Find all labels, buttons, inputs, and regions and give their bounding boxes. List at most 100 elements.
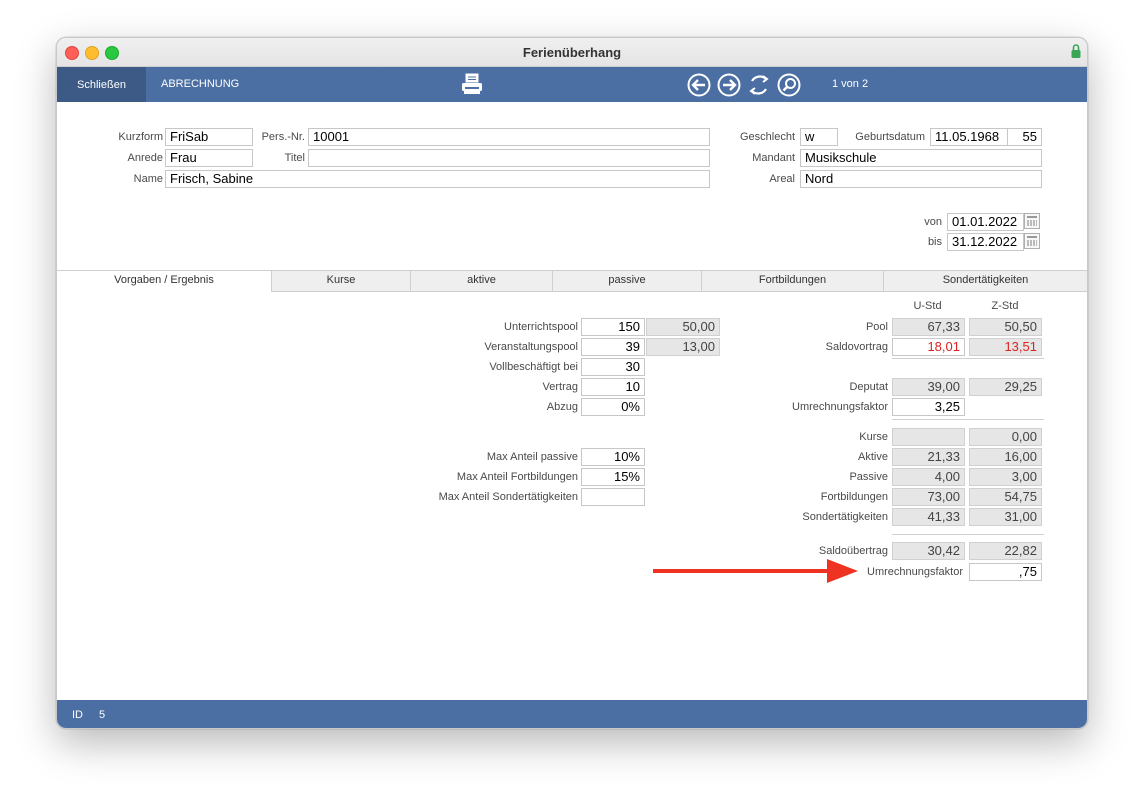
vollbeschaeftigt-label: Vollbeschäftigt bei	[489, 361, 578, 373]
toolbar: Schließen ABRECHNUNG 1 von 2	[57, 67, 1087, 102]
title-bar: Ferienüberhang	[57, 38, 1087, 67]
anrede-label: Anrede	[127, 152, 163, 164]
passive-label: Passive	[849, 471, 888, 483]
alter-field: 55	[1007, 128, 1042, 146]
bis-label: bis	[927, 236, 942, 248]
aktive-label: Aktive	[858, 451, 888, 463]
titel-label: Titel	[284, 152, 305, 164]
max-fortbildungen-label: Max Anteil Fortbildungen	[456, 471, 578, 483]
vertrag-field[interactable]: 10	[581, 378, 645, 396]
umrechnungsfaktor-field[interactable]: 3,25	[892, 398, 965, 416]
kurse-u-field	[892, 428, 965, 446]
divider	[892, 358, 1044, 359]
passive-z-field: 3,00	[969, 468, 1042, 486]
printer-icon[interactable]	[460, 73, 484, 95]
kurzform-label: Kurzform	[118, 131, 163, 143]
saldouebertrag-u-field: 30,42	[892, 542, 965, 560]
veranstaltungspool-field[interactable]: 39	[581, 338, 645, 356]
saldovortrag-label: Saldovortrag	[825, 341, 888, 353]
fortbildungen-u-field: 73,00	[892, 488, 965, 506]
passive-u-field: 4,00	[892, 468, 965, 486]
sondertaetigkeiten-z-field: 31,00	[969, 508, 1042, 526]
search-icon[interactable]	[777, 73, 801, 97]
vertrag-label: Vertrag	[542, 381, 578, 393]
calendar-icon[interactable]	[1024, 233, 1040, 249]
arrow-right-icon[interactable]	[717, 73, 741, 97]
geschlecht-label: Geschlecht	[739, 131, 795, 143]
mandant-label: Mandant	[752, 152, 795, 164]
column-header-z-std: Z-Std	[991, 300, 1019, 312]
status-bar: ID 5	[57, 700, 1087, 728]
geburtsdatum-field[interactable]: 11.05.1968	[930, 128, 1008, 146]
fortbildungen-z-field: 54,75	[969, 488, 1042, 506]
window-title: Ferienüberhang	[522, 45, 622, 60]
areal-label: Areal	[769, 173, 795, 185]
deputat-label: Deputat	[849, 381, 888, 393]
id-value: 5	[99, 709, 106, 721]
refresh-icon[interactable]	[747, 73, 771, 97]
pool-z-field: 50,50	[969, 318, 1042, 336]
max-sonder-label: Max Anteil Sondertätigkeiten	[438, 491, 578, 503]
pool-label: Pool	[865, 321, 888, 333]
record-counter: 1 von 2	[832, 78, 869, 90]
divider	[892, 419, 1044, 420]
sondertaetigkeiten-u-field: 41,33	[892, 508, 965, 526]
tab-vorgaben-ergebnis[interactable]: Vorgaben / Ergebnis	[57, 271, 272, 292]
calendar-icon[interactable]	[1024, 213, 1040, 229]
window: Ferienüberhang Schließen ABRECHNUNG 1 vo…	[56, 37, 1088, 729]
bis-field[interactable]: 31.12.2022	[947, 233, 1024, 251]
geschlecht-field[interactable]: w	[800, 128, 838, 146]
aktive-z-field: 16,00	[969, 448, 1042, 466]
abzug-label: Abzug	[546, 401, 578, 413]
titel-field[interactable]	[308, 149, 710, 167]
persnr-field[interactable]: 10001	[308, 128, 710, 146]
tab-aktive[interactable]: aktive	[411, 271, 553, 291]
saldovortrag-u-field[interactable]: 18,01	[892, 338, 965, 356]
tab-passive[interactable]: passive	[553, 271, 702, 291]
persnr-label: Pers.-Nr.	[261, 131, 305, 143]
saldouebertrag-z-field: 22,82	[969, 542, 1042, 560]
arrow-left-icon[interactable]	[687, 73, 711, 97]
abrechnung-button[interactable]: ABRECHNUNG	[161, 78, 239, 90]
fortbildungen-label: Fortbildungen	[820, 491, 888, 503]
kurzform-field[interactable]: FriSab	[165, 128, 253, 146]
kurse-label: Kurse	[859, 431, 888, 443]
unterrichtspool-calc: 50,00	[646, 318, 720, 336]
vollbeschaeftigt-field[interactable]: 30	[581, 358, 645, 376]
von-field[interactable]: 01.01.2022	[947, 213, 1024, 231]
unterrichtspool-label: Unterrichtspool	[504, 321, 578, 333]
column-header-u-std: U-Std	[913, 300, 942, 312]
kurse-z-field: 0,00	[969, 428, 1042, 446]
deputat-u-field: 39,00	[892, 378, 965, 396]
max-fortbildungen-field[interactable]: 15%	[581, 468, 645, 486]
aktive-u-field: 21,33	[892, 448, 965, 466]
unterrichtspool-field[interactable]: 150	[581, 318, 645, 336]
id-label: ID	[72, 709, 83, 721]
sondertaetigkeiten-label: Sondertätigkeiten	[802, 511, 888, 523]
name-field[interactable]: Frisch, Sabine	[165, 170, 710, 188]
tab-sondertaetigkeiten[interactable]: Sondertätigkeiten	[884, 271, 1087, 291]
max-passive-field[interactable]: 10%	[581, 448, 645, 466]
geburtsdatum-label: Geburtsdatum	[855, 131, 925, 143]
saldouebertrag-label: Saldoübertrag	[818, 545, 888, 557]
close-button[interactable]: Schließen	[57, 67, 146, 102]
saldovortrag-z-field: 13,51	[969, 338, 1042, 356]
max-sonder-field[interactable]	[581, 488, 645, 506]
anrede-field[interactable]: Frau	[165, 149, 253, 167]
areal-field[interactable]: Nord	[800, 170, 1042, 188]
divider	[892, 534, 1044, 535]
tab-fortbildungen[interactable]: Fortbildungen	[702, 271, 884, 291]
tab-bar: Vorgaben / Ergebnis Kurse aktive passive…	[57, 270, 1087, 292]
umrechnungsfaktor-2-field[interactable]: ,75	[969, 563, 1042, 581]
tab-kurse[interactable]: Kurse	[272, 271, 411, 291]
umrechnungsfaktor-label: Umrechnungsfaktor	[792, 401, 888, 413]
von-label: von	[924, 216, 942, 228]
veranstaltungspool-label: Veranstaltungspool	[484, 341, 578, 353]
annotation-arrow	[653, 559, 858, 583]
max-passive-label: Max Anteil passive	[486, 451, 578, 463]
pool-u-field: 67,33	[892, 318, 965, 336]
veranstaltungspool-calc: 13,00	[646, 338, 720, 356]
abzug-field[interactable]: 0%	[581, 398, 645, 416]
mandant-field[interactable]: Musikschule	[800, 149, 1042, 167]
lock-icon	[1071, 44, 1081, 58]
